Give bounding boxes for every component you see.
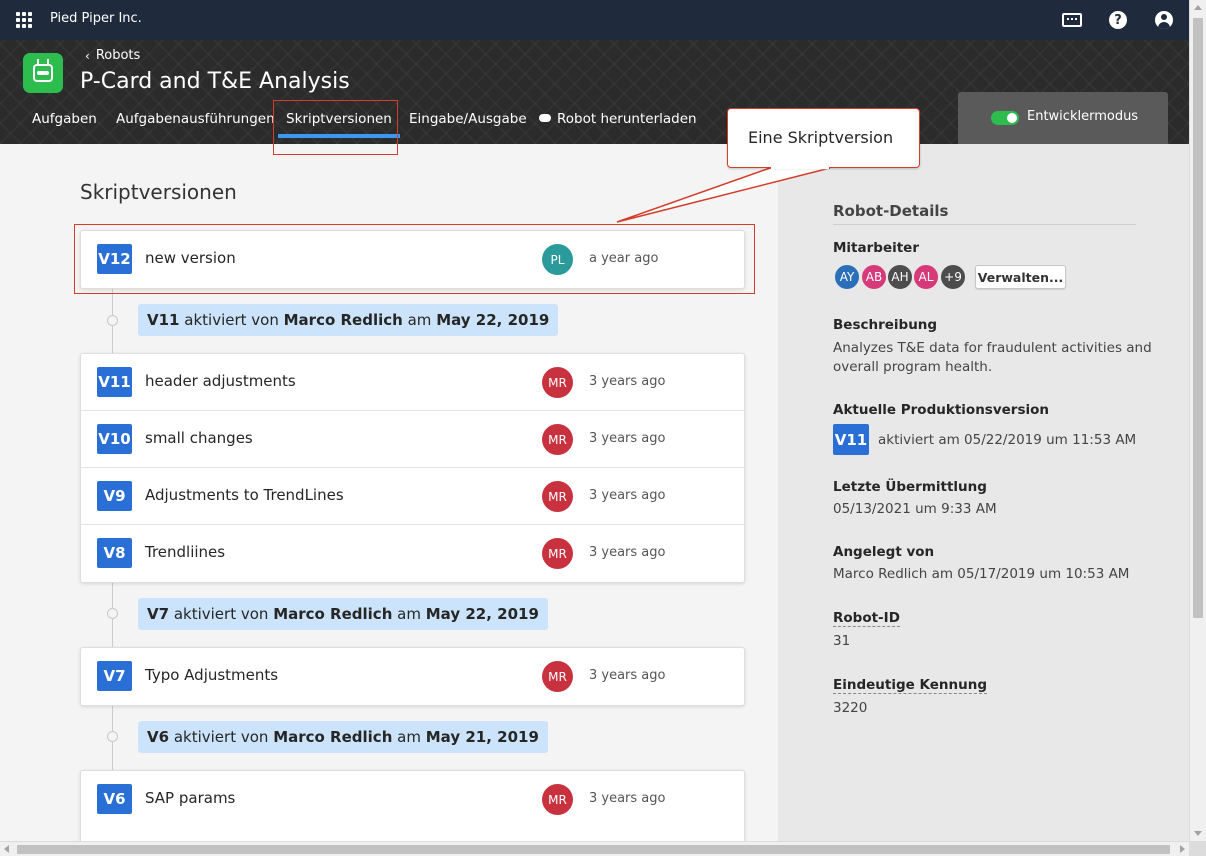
more-collaborators-badge[interactable]: +9 xyxy=(939,263,967,291)
version-name: small changes xyxy=(145,429,253,447)
version-badge: V7 xyxy=(97,661,132,691)
version-card: V6 SAP params MR 3 years ago xyxy=(80,770,745,841)
avatar[interactable]: AL xyxy=(912,263,940,291)
cloud-download-icon xyxy=(539,114,551,122)
page-title: P-Card and T&E Analysis xyxy=(80,69,350,94)
avatar[interactable]: AB xyxy=(860,263,888,291)
version-badge: V6 xyxy=(97,784,132,814)
description-line: Analyzes T&E data for fraudulent activit… xyxy=(833,340,1152,356)
avatar: MR xyxy=(542,367,573,398)
description-line: overall program health. xyxy=(833,359,993,375)
version-name: SAP params xyxy=(145,789,236,807)
robot-header: ‹ Robots P-Card and T&E Analysis Aufgabe… xyxy=(0,40,1189,155)
production-version-label: Aktuelle Produktionsversion xyxy=(833,402,1049,418)
avatar[interactable]: AH xyxy=(886,263,914,291)
version-time: 3 years ago xyxy=(589,791,666,806)
robot-details-panel: Robot-Details Mitarbeiter AY AB AH AL +9… xyxy=(778,144,1189,841)
developer-mode-label: Entwicklermodus xyxy=(1027,109,1139,124)
collaborators-label: Mitarbeiter xyxy=(833,240,919,256)
scroll-up-icon[interactable] xyxy=(1194,5,1202,10)
timeline-dot xyxy=(107,731,118,742)
unique-id-label: Eindeutige Kennung xyxy=(833,677,987,694)
version-row[interactable]: V10 small changes MR 3 years ago xyxy=(81,411,744,468)
tab-aufgabenausfuehrungen[interactable]: Aufgabenausführungen xyxy=(116,111,275,127)
horizontal-scrollbar[interactable] xyxy=(0,841,1189,856)
version-name: Adjustments to TrendLines xyxy=(145,486,344,504)
version-badge: V10 xyxy=(97,424,132,454)
version-badge: V9 xyxy=(97,481,132,511)
vertical-scrollbar[interactable] xyxy=(1189,0,1206,841)
keyboard-icon[interactable] xyxy=(1062,13,1082,27)
version-row[interactable]: V9 Adjustments to TrendLines MR 3 years … xyxy=(81,468,744,525)
version-card: V7 Typo Adjustments MR 3 years ago xyxy=(80,647,745,706)
unique-id-value: 3220 xyxy=(833,700,868,716)
production-version-badge[interactable]: V11 xyxy=(833,424,869,455)
apps-grid-icon[interactable] xyxy=(16,12,32,28)
version-row[interactable]: V7 Typo Adjustments MR 3 years ago xyxy=(81,648,744,705)
avatar: MR xyxy=(542,784,573,815)
activation-banner: V6 aktiviert von Marco Redlich am May 21… xyxy=(138,721,548,753)
avatar: MR xyxy=(542,424,573,455)
tab-label: Robot herunterladen xyxy=(557,111,697,127)
tab-aufgaben[interactable]: Aufgaben xyxy=(32,111,97,127)
chevron-left-icon: ‹ xyxy=(85,48,90,63)
scroll-left-icon[interactable] xyxy=(4,845,9,853)
top-bar: Pied Piper Inc. ? xyxy=(0,0,1189,40)
section-title: Skriptversionen xyxy=(80,180,237,204)
scrollbar-corner xyxy=(1189,841,1206,856)
production-version-text: aktiviert am 05/22/2019 um 11:53 AM xyxy=(878,432,1137,448)
version-time: 3 years ago xyxy=(589,668,666,683)
robot-id-value: 31 xyxy=(833,633,851,649)
details-heading: Robot-Details xyxy=(833,202,949,220)
scrollbar-thumb[interactable] xyxy=(1193,18,1203,618)
user-account-icon[interactable] xyxy=(1155,11,1173,29)
version-highlight-frame xyxy=(74,224,755,294)
timeline-dot xyxy=(107,608,118,619)
avatar[interactable]: AY xyxy=(833,263,861,291)
version-badge: V8 xyxy=(97,538,132,568)
back-label: Robots xyxy=(95,48,141,63)
tab-robot-herunterladen[interactable]: Robot herunterladen xyxy=(539,111,697,127)
version-time: 3 years ago xyxy=(589,374,666,389)
last-submission-label: Letzte Übermittlung xyxy=(833,479,987,495)
scroll-down-icon[interactable] xyxy=(1194,831,1202,836)
manage-collaborators-button[interactable]: Verwalten... xyxy=(975,265,1066,289)
developer-mode-toggle[interactable] xyxy=(991,111,1019,125)
version-name: Trendliines xyxy=(145,543,226,561)
avatar: MR xyxy=(542,538,573,569)
timeline-dot xyxy=(107,315,118,326)
avatar: MR xyxy=(542,661,573,692)
version-row[interactable]: V11 header adjustments MR 3 years ago xyxy=(81,354,744,411)
developer-mode-panel: Entwicklermodus xyxy=(958,92,1168,144)
robot-id-label: Robot-ID xyxy=(833,610,900,627)
tab-highlight-frame xyxy=(273,100,398,155)
description-label: Beschreibung xyxy=(833,317,938,333)
activation-banner: V7 aktiviert von Marco Redlich am May 22… xyxy=(138,598,548,630)
help-icon[interactable]: ? xyxy=(1109,11,1127,29)
avatar: MR xyxy=(542,481,573,512)
robot-logo-icon xyxy=(23,53,63,93)
version-badge: V11 xyxy=(97,367,132,397)
version-time: 3 years ago xyxy=(589,431,666,446)
version-row[interactable]: V8 Trendliines MR 3 years ago xyxy=(81,525,744,582)
back-to-robots-link[interactable]: ‹ Robots xyxy=(85,48,140,63)
last-submission-value: 05/13/2021 um 9:33 AM xyxy=(833,501,997,517)
version-card: V11 header adjustments MR 3 years ago V1… xyxy=(80,353,745,583)
version-row[interactable]: V6 SAP params MR 3 years ago xyxy=(81,771,744,828)
version-time: 3 years ago xyxy=(589,488,666,503)
version-name: header adjustments xyxy=(145,372,296,390)
annotation-callout: Eine Skriptversion xyxy=(727,108,920,168)
created-by-label: Angelegt von xyxy=(833,544,935,560)
activation-banner: V11 aktiviert von Marco Redlich am May 2… xyxy=(138,304,559,336)
tab-eingabe-ausgabe[interactable]: Eingabe/Ausgabe xyxy=(409,111,527,127)
divider xyxy=(833,224,1136,225)
scrollbar-thumb[interactable] xyxy=(17,845,1170,854)
created-by-value: Marco Redlich am 05/17/2019 um 10:53 AM xyxy=(833,566,1130,582)
version-name: Typo Adjustments xyxy=(145,666,279,684)
version-time: 3 years ago xyxy=(589,545,666,560)
org-name[interactable]: Pied Piper Inc. xyxy=(50,11,142,26)
scroll-right-icon[interactable] xyxy=(1180,845,1185,853)
